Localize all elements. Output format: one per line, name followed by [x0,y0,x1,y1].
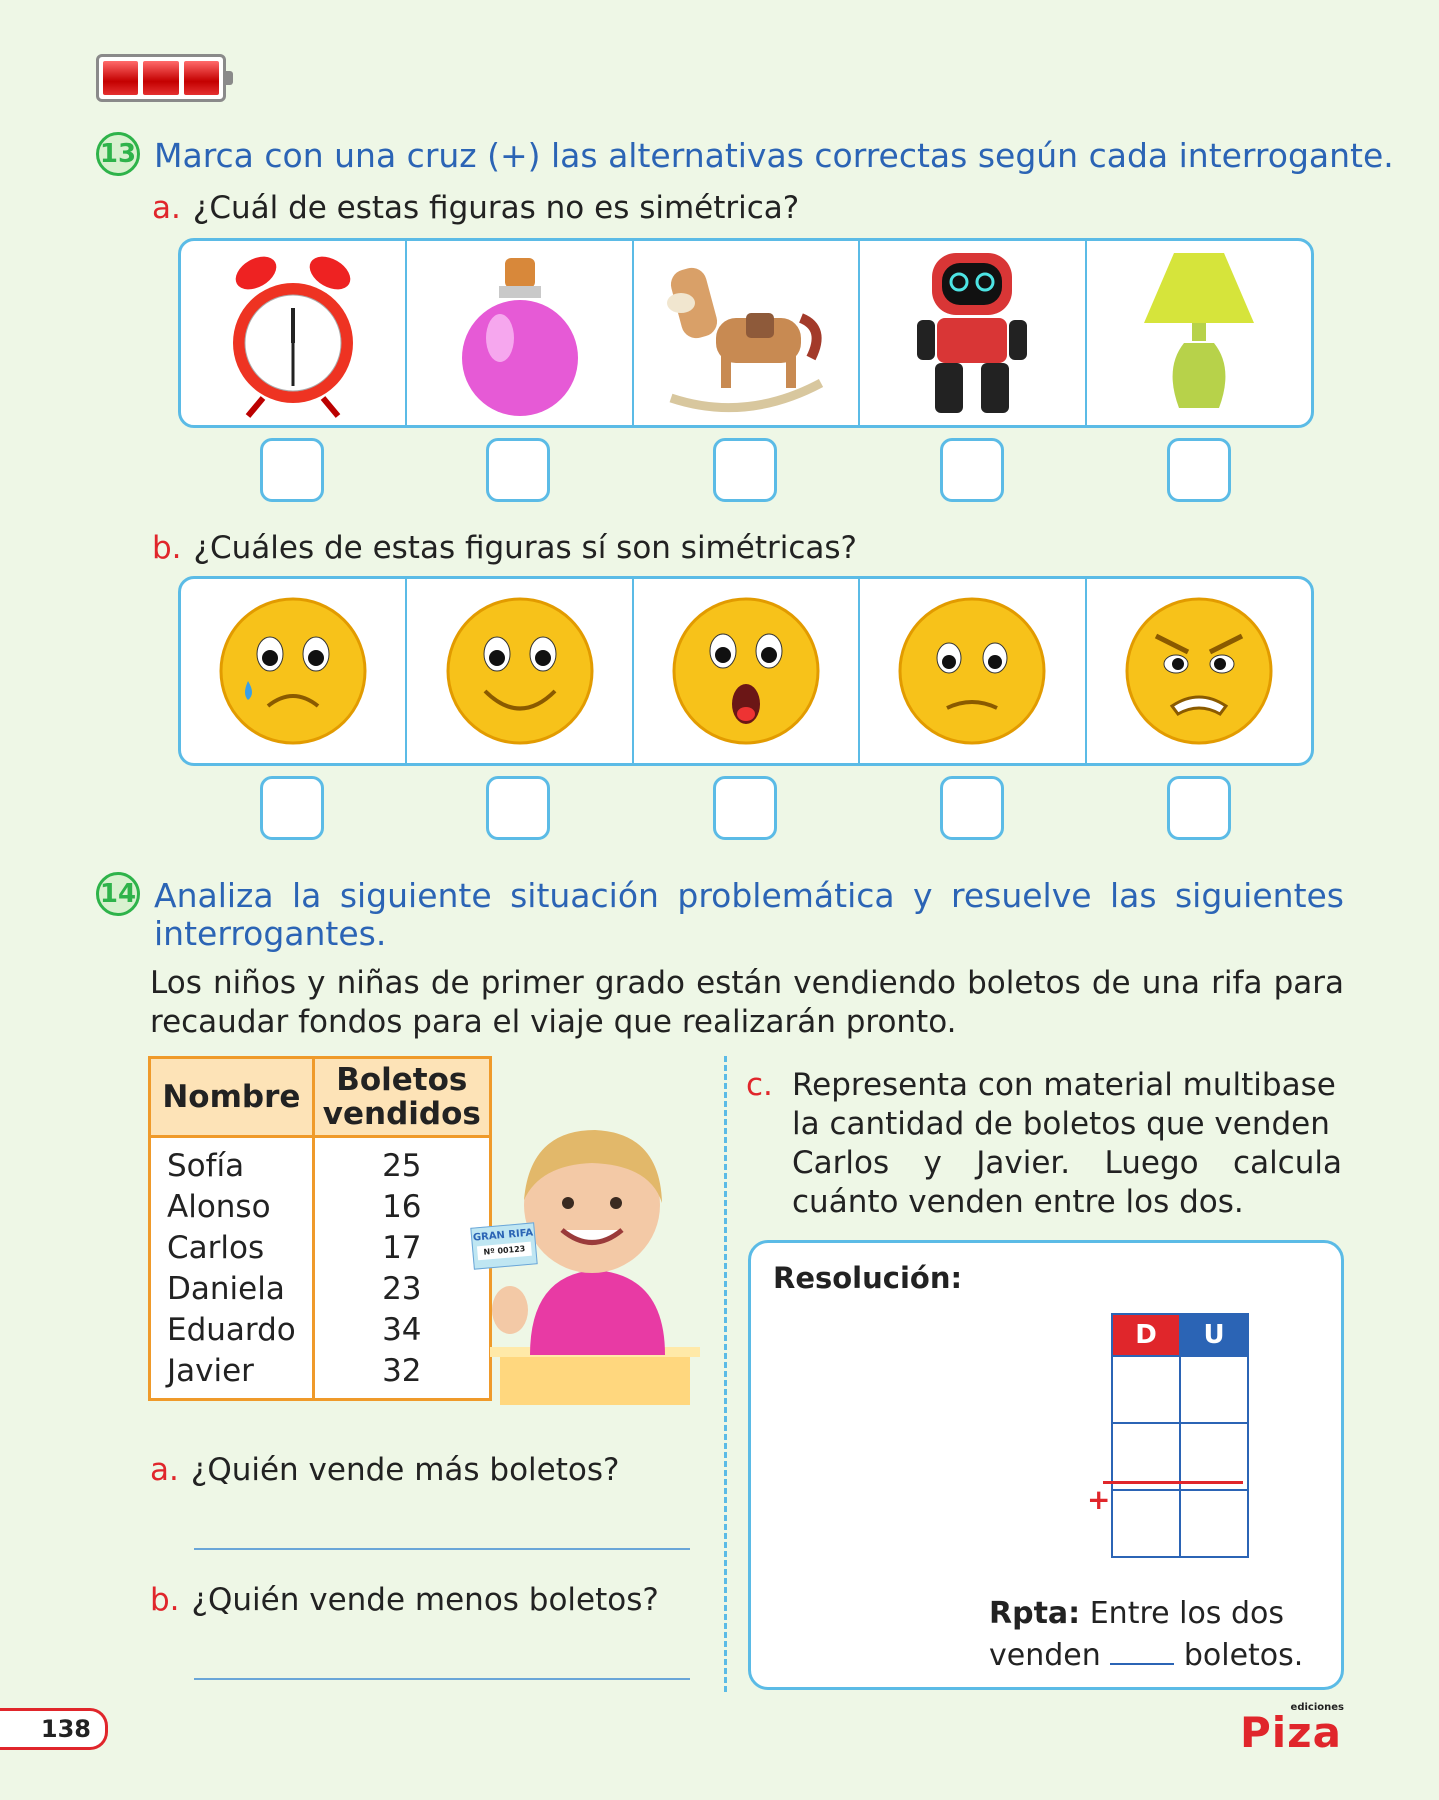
smiling-face-icon [407,579,634,763]
checkbox-3b[interactable] [713,776,777,840]
cell-units-1[interactable] [1179,1355,1249,1424]
answer-line-b[interactable] [194,1678,690,1680]
intro-line2: recaudar fondos para el viaje que realiz… [150,1004,957,1040]
checkbox-1b[interactable] [260,776,324,840]
cell-tens-1[interactable] [1111,1355,1181,1424]
question-13-text: Marca con una cruz (+) las alternativas … [154,136,1394,175]
question-13a: a. ¿Cuál de estas figuras no es simétrica… [152,190,800,226]
question-14c: c. Representa con material multibase la … [746,1067,1342,1220]
cell-units-result[interactable] [1179,1489,1249,1558]
robot-toy-image [860,241,1087,425]
objects-strip [178,238,1314,428]
page-number: 138 [0,1708,108,1750]
column-divider [724,1056,727,1692]
cell-tens-2[interactable] [1111,1422,1181,1491]
checkbox-4b[interactable] [940,776,1004,840]
question-13-number: 13 [96,132,140,176]
crying-face-icon [181,579,408,763]
girl-with-ticket-image: GRAN RIFA Nº 00123 [470,1085,700,1405]
answer-line-a[interactable] [194,1548,690,1550]
cell-units-2[interactable] [1179,1422,1249,1491]
checkbox-5b[interactable] [1167,776,1231,840]
place-value-chart[interactable]: D U [1111,1313,1249,1558]
question-14b: b. ¿Quién vende menos boletos? [150,1582,659,1618]
worried-face-icon [860,579,1087,763]
table-row: Eduardo 34 [148,1310,492,1351]
alarm-clock-image [181,241,408,425]
table-row: Sofía 25 [148,1136,492,1187]
question-14-number: 14 [96,872,140,916]
plus-sign: + [1087,1483,1111,1516]
checkbox-4a[interactable] [940,438,1004,502]
checkbox-2b[interactable] [486,776,550,840]
checkbox-5a[interactable] [1167,438,1231,502]
question-14-text-line1: Analiza la siguiente situación problemát… [154,876,1344,915]
table-lamp-image [1087,241,1311,425]
intro-line1: Los niños y niñas de primer grado están … [150,965,1344,1001]
resolution-box[interactable]: Resolución: D U + Rpta: Entre los dos ve… [748,1240,1344,1690]
battery-icon [96,54,233,102]
angry-face-icon [1087,579,1311,763]
piza-logo: ediciones Piza [1240,1702,1344,1757]
question-14a: a. ¿Quién vende más boletos? [150,1452,620,1488]
resolution-title: Resolución: [773,1261,963,1295]
rocking-horse-image [634,241,861,425]
checkbox-1a[interactable] [260,438,324,502]
answer-sentence: Rpta: Entre los dos venden boletos. [989,1596,1304,1673]
table-row: Alonso 16 [148,1187,492,1228]
raffle-ticket: GRAN RIFA Nº 00123 [470,1222,538,1270]
emoji-strip [178,576,1314,766]
table-row: Carlos 17 [148,1228,492,1269]
checkbox-2a[interactable] [486,438,550,502]
answer-blank[interactable] [1110,1663,1175,1665]
tickets-table: Nombre Boletos vendidos Sofía 25 Alonso 16… [148,1056,492,1401]
tens-header: D [1111,1313,1181,1357]
table-row: Javier 32 [148,1351,492,1401]
units-header: U [1179,1313,1249,1357]
cell-tens-result[interactable] [1111,1489,1181,1558]
perfume-bottle-image [407,241,634,425]
checkbox-3a[interactable] [713,438,777,502]
sum-line [1103,1481,1243,1484]
header-name: Nombre [148,1056,315,1138]
question-14-text-line2: interrogantes. [154,914,387,953]
header-tickets: Boletos vendidos [311,1056,492,1138]
question-13b: b. ¿Cuáles de estas figuras sí son simétr… [152,530,857,566]
table-row: Daniela 23 [148,1269,492,1310]
surprised-face-icon [634,579,861,763]
